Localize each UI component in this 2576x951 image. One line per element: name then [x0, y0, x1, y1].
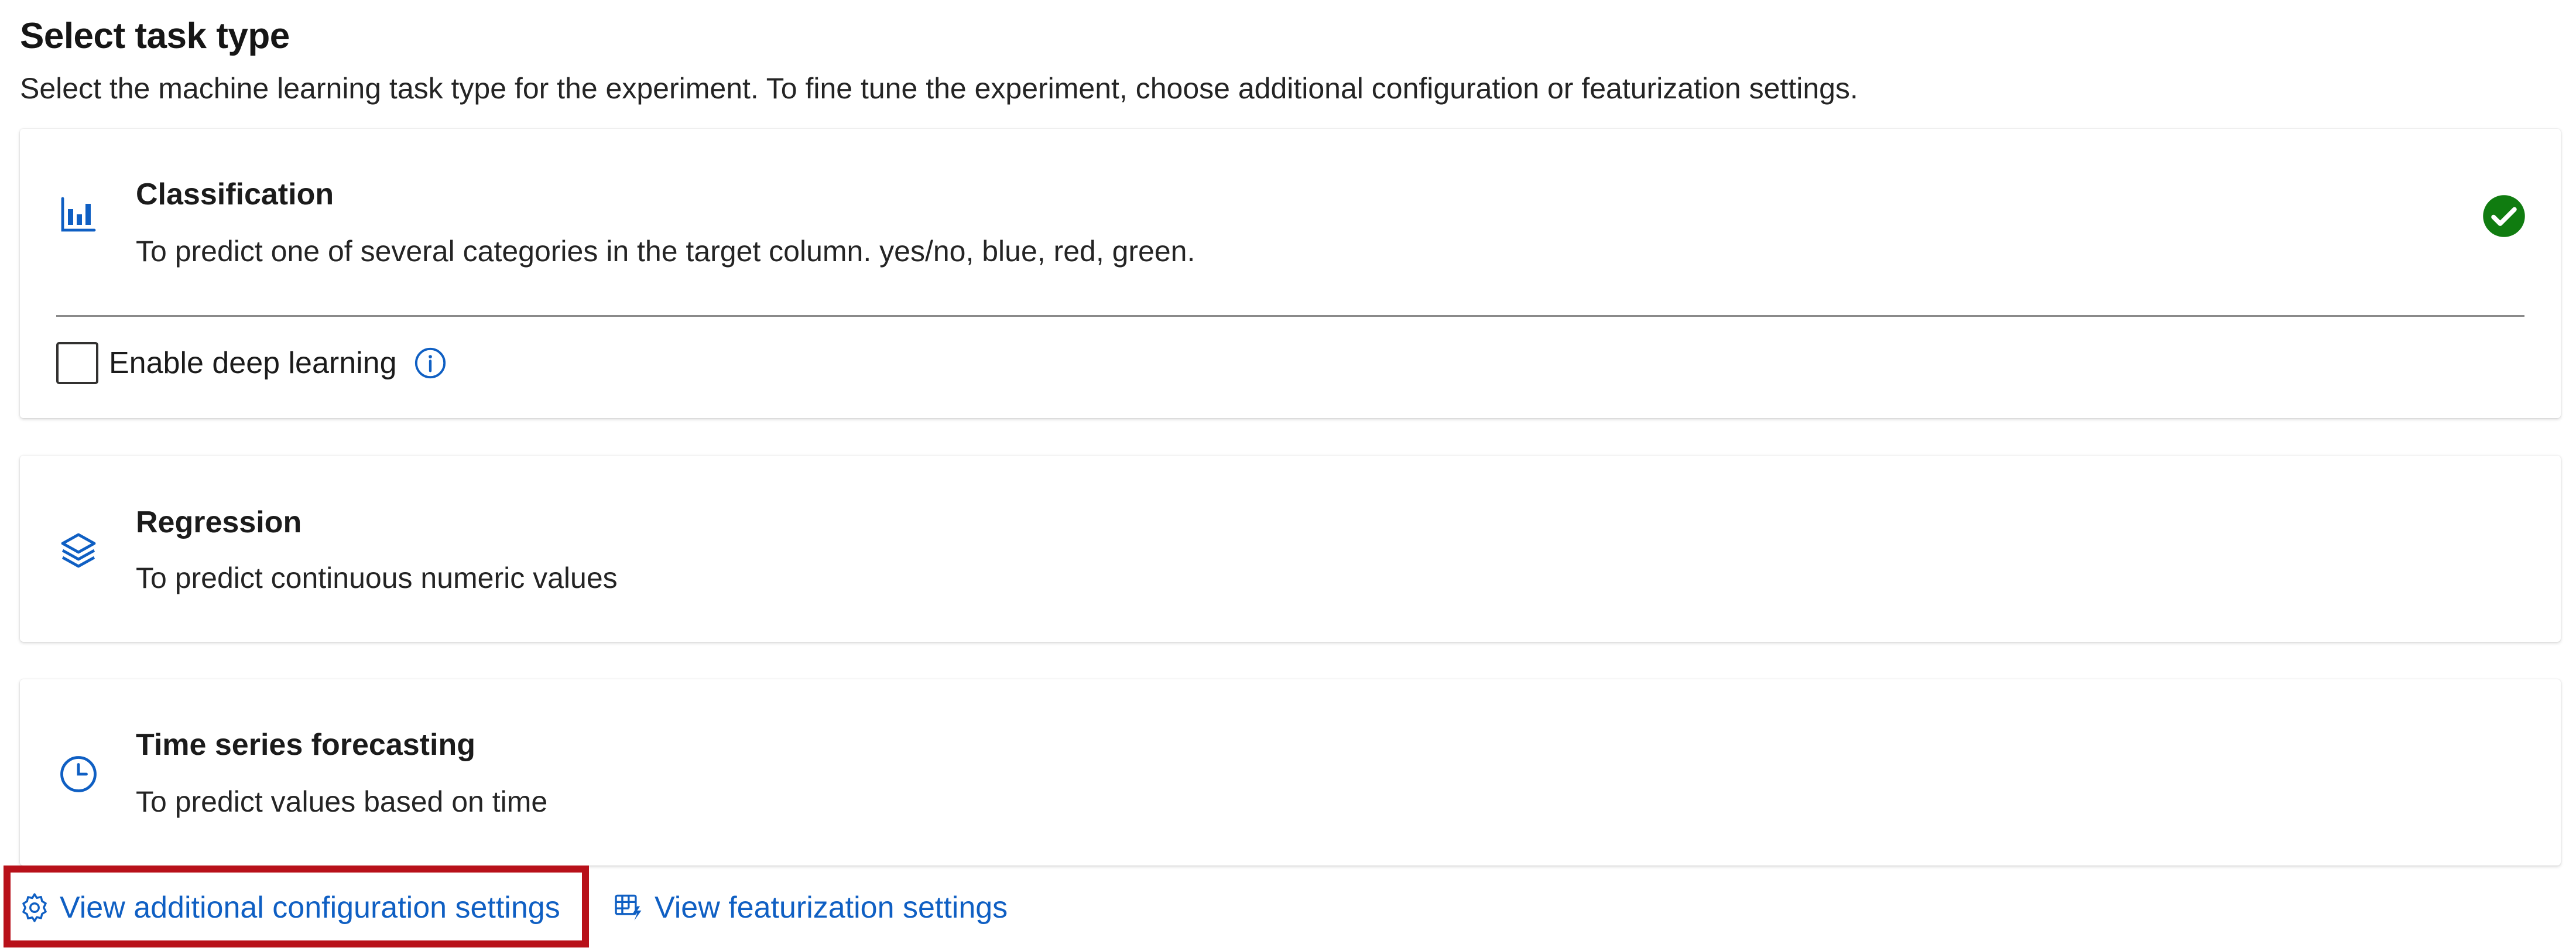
view-featurization-label: View featurization settings: [655, 891, 1008, 925]
divider: [56, 315, 2524, 317]
task-card-time-series-forecasting[interactable]: Time series forecasting To predict value…: [20, 679, 2561, 866]
task-title: Regression: [136, 505, 302, 539]
enable-deep-learning-option: Enable deep learning: [56, 337, 447, 389]
gear-icon: [22, 893, 47, 922]
task-description: To predict one of several categories in …: [136, 235, 1195, 268]
table-lightning-icon: [615, 894, 642, 921]
clock-icon: [57, 753, 100, 795]
bar-chart-icon: [57, 193, 100, 235]
layers-icon: [57, 529, 100, 572]
info-icon[interactable]: [413, 346, 447, 380]
task-description: To predict values based on time: [136, 785, 548, 818]
enable-deep-learning-checkbox[interactable]: [56, 342, 98, 384]
selected-check-icon: [2483, 195, 2525, 237]
view-additional-configuration-link[interactable]: View additional configuration settings: [18, 878, 560, 937]
task-title: Classification: [136, 177, 334, 211]
task-description: To predict continuous numeric values: [136, 562, 618, 594]
page-description: Select the machine learning task type fo…: [20, 72, 1858, 105]
page-title: Select task type: [20, 16, 290, 56]
task-card-classification[interactable]: Classification To predict one of several…: [20, 129, 2561, 418]
view-featurization-link[interactable]: View featurization settings: [612, 878, 1008, 937]
view-additional-configuration-label: View additional configuration settings: [60, 891, 560, 925]
task-card-regression[interactable]: Regression To predict continuous numeric…: [20, 456, 2561, 642]
enable-deep-learning-label: Enable deep learning: [109, 346, 397, 380]
task-title: Time series forecasting: [136, 728, 475, 762]
